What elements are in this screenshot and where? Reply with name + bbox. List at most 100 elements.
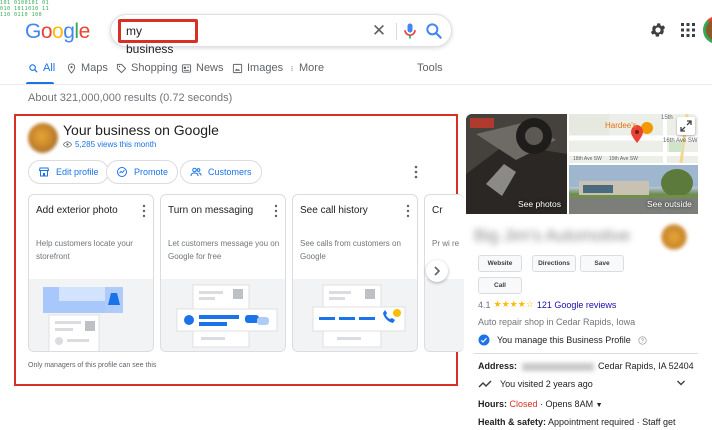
- result-stats: About 321,000,000 results (0.72 seconds): [28, 92, 233, 104]
- card-description: Help customers locate your storefront: [36, 239, 133, 261]
- search-box[interactable]: my business ✕: [110, 14, 452, 56]
- address-label: Address:: [478, 361, 518, 371]
- next-cards-button[interactable]: [426, 260, 448, 282]
- map-place-label: Hardee's: [605, 121, 637, 130]
- image-icon: [232, 63, 243, 73]
- search-divider: [396, 23, 397, 40]
- managers-only-note: Only managers of this profile can see th…: [28, 362, 157, 369]
- chevron-right-icon: [434, 266, 441, 276]
- card-more-vert-icon[interactable]: [139, 204, 149, 218]
- hours-status: Closed: [509, 399, 538, 409]
- manage-profile-row: You manage this Business Profile: [478, 334, 647, 346]
- tools-button[interactable]: Tools: [417, 62, 443, 74]
- map-pin-icon: [67, 62, 76, 74]
- business-category: Auto repair shop in Cedar Rapids, Iowa: [478, 317, 636, 327]
- hours-dropdown-icon[interactable]: ▼: [596, 402, 603, 409]
- section-divider: [474, 353, 698, 354]
- apps-grid-icon[interactable]: [680, 22, 696, 38]
- task-card-call-history[interactable]: See call history See calls from customer…: [292, 194, 418, 352]
- call-history-illustration: [293, 279, 417, 351]
- tag-icon: [116, 63, 127, 73]
- edit-profile-button[interactable]: Edit profile: [28, 160, 109, 184]
- tab-news[interactable]: News: [181, 62, 224, 74]
- tab-more[interactable]: More: [289, 62, 324, 74]
- google-logo[interactable]: Google: [25, 20, 90, 44]
- business-name: Big Jim's Automotive: [474, 226, 631, 245]
- search-icon[interactable]: [424, 21, 444, 41]
- gear-icon[interactable]: [649, 21, 667, 39]
- website-button[interactable]: Website: [478, 255, 522, 272]
- storefront-icon: [38, 167, 50, 177]
- expand-map-button[interactable]: [677, 117, 695, 135]
- expand-icon: [680, 120, 692, 132]
- messaging-illustration: [161, 279, 285, 351]
- eye-icon: [63, 141, 72, 148]
- rating-row: 4.1 ★★★★☆ 121 Google reviews: [478, 299, 616, 310]
- card-description: See calls from customers on Google: [300, 239, 401, 261]
- doodle-binary-pattern: 101 0100101 01 010 1011010 11 110 0110 1…: [0, 0, 50, 18]
- task-card-messaging[interactable]: Turn on messaging Let customers message …: [160, 194, 286, 352]
- views-link[interactable]: 5,285 views this month: [63, 140, 156, 149]
- chevron-down-icon[interactable]: [676, 378, 686, 388]
- hours-value: · Opens 8AM: [540, 399, 594, 409]
- mic-icon[interactable]: [400, 21, 420, 41]
- promote-button[interactable]: Promote: [106, 160, 179, 184]
- more-vert-icon: [291, 65, 293, 71]
- reviews-link[interactable]: 121 Google reviews: [537, 300, 617, 310]
- map-street-label: 16th Ave SW: [663, 138, 698, 144]
- verified-check-icon: [478, 334, 490, 346]
- customers-button[interactable]: Customers: [180, 160, 262, 184]
- map-street-label: 18th Ave SW: [573, 156, 602, 162]
- search-icon: [29, 63, 38, 73]
- see-photos-label: See photos: [518, 199, 562, 209]
- hours-label: Hours:: [478, 399, 507, 409]
- street-view-photo[interactable]: See outside: [569, 165, 698, 214]
- card-description: Let customers message you on Google for …: [168, 239, 280, 261]
- card-title: See call history: [300, 205, 368, 216]
- card-title: Turn on messaging: [168, 205, 254, 216]
- safety-label: Health & safety:: [478, 417, 547, 427]
- visited-row: You visited 2 years ago: [478, 379, 593, 389]
- location-map[interactable]: Hardee's 15th 16th Ave SW 18th Ave SW 19…: [569, 114, 698, 163]
- directions-button[interactable]: Directions: [532, 255, 576, 272]
- knowledge-panel: See photos Hardee's 15th 16th Ave SW 18t…: [466, 114, 712, 430]
- storefront-illustration: [29, 279, 153, 351]
- tabs-divider: [0, 84, 712, 85]
- tab-maps[interactable]: Maps: [66, 62, 108, 74]
- news-icon: [181, 63, 192, 73]
- tab-shopping[interactable]: Shopping: [116, 62, 178, 74]
- hours-row[interactable]: Hours: Closed · Opens 8AM ▼: [478, 399, 603, 409]
- card-illustration: [425, 279, 464, 351]
- business-avatar: [28, 123, 58, 153]
- people-icon: [190, 167, 202, 177]
- business-profile-panel: Your business on Google 5,285 views this…: [14, 114, 464, 386]
- close-icon[interactable]: ✕: [369, 21, 389, 41]
- call-button[interactable]: Call: [478, 277, 522, 294]
- safety-row: Health & safety: Appointment required · …: [478, 417, 675, 427]
- redacted-street: [521, 362, 594, 371]
- account-avatar[interactable]: [703, 16, 712, 44]
- save-button[interactable]: Save: [580, 255, 624, 272]
- safety-value: Appointment required · Staff get: [548, 417, 676, 427]
- panel-more-vert-icon[interactable]: [410, 165, 422, 179]
- map-street-label: 15th: [661, 115, 673, 121]
- tab-all[interactable]: All: [28, 62, 55, 74]
- address-value: Cedar Rapids, IA 52404: [598, 361, 694, 371]
- business-photo[interactable]: See photos: [466, 114, 567, 214]
- search-input[interactable]: my business: [118, 19, 198, 56]
- card-more-vert-icon[interactable]: [271, 204, 281, 218]
- task-card-exterior-photo[interactable]: Add exterior photo Help customers locate…: [28, 194, 154, 352]
- map-street-label: 19th Ave SW: [609, 156, 638, 162]
- see-outside-label: See outside: [647, 199, 692, 209]
- rating-stars: ★★★★☆: [493, 299, 534, 309]
- card-description: Pr wi re: [432, 239, 460, 248]
- card-title: Add exterior photo: [36, 205, 118, 216]
- search-tabs: All Maps Shopping News Images More Tools: [0, 56, 712, 85]
- tab-images[interactable]: Images: [232, 62, 283, 74]
- help-icon[interactable]: [638, 335, 647, 345]
- trend-icon: [478, 380, 492, 388]
- rating-value: 4.1: [478, 299, 491, 310]
- business-logo: [660, 223, 688, 251]
- card-more-vert-icon[interactable]: [403, 204, 413, 218]
- promote-icon: [117, 167, 127, 177]
